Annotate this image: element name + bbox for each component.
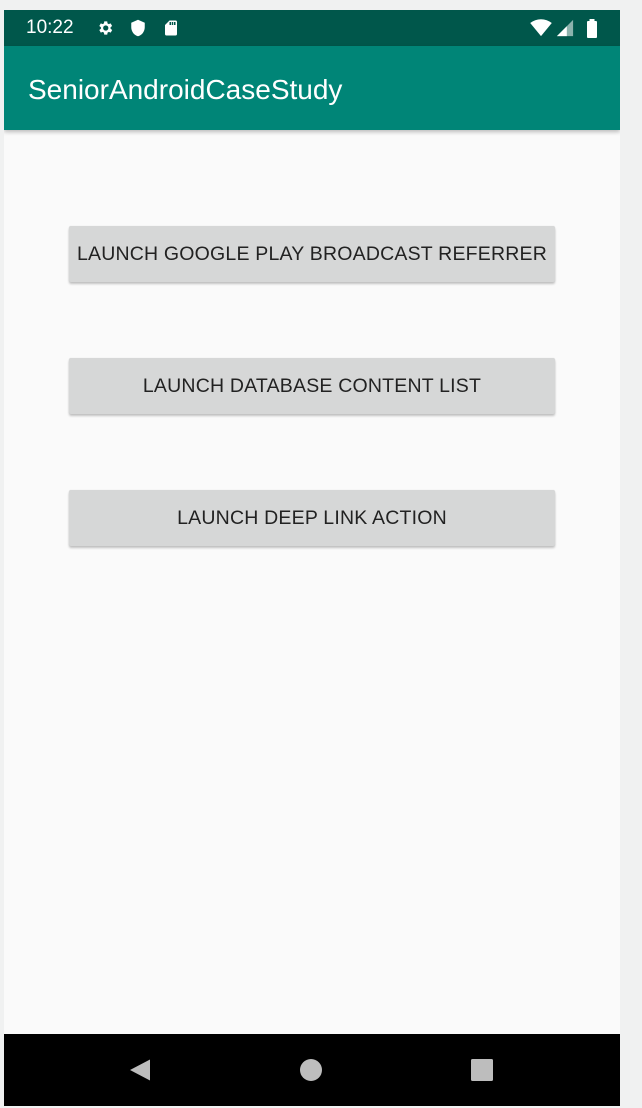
- battery-icon: [586, 19, 598, 38]
- launch-database-content-list-button[interactable]: LAUNCH DATABASE CONTENT LIST: [69, 358, 555, 414]
- launch-deep-link-action-button[interactable]: LAUNCH DEEP LINK ACTION: [69, 490, 555, 546]
- signal-icon: [556, 19, 574, 37]
- sd-card-icon: [162, 19, 180, 37]
- back-icon[interactable]: [118, 1048, 162, 1092]
- recents-icon[interactable]: [460, 1048, 504, 1092]
- shield-icon: [129, 19, 147, 37]
- navigation-bar: [4, 1034, 620, 1106]
- gear-icon: [96, 19, 114, 37]
- app-bar: SeniorAndroidCaseStudy: [4, 46, 620, 130]
- status-bar: 10:22: [4, 10, 620, 46]
- status-time: 10:22: [26, 17, 74, 38]
- app-title: SeniorAndroidCaseStudy: [28, 74, 343, 105]
- screen-frame: 10:22 SeniorAndroidCaseStudy LAUNCH GOOG…: [0, 0, 642, 1108]
- wifi-icon: [530, 19, 552, 37]
- home-icon[interactable]: [289, 1048, 333, 1092]
- launch-google-play-broadcast-referrer-button[interactable]: LAUNCH GOOGLE PLAY BROADCAST REFERRER: [69, 226, 555, 282]
- phone-screen: 10:22 SeniorAndroidCaseStudy LAUNCH GOOG…: [4, 10, 620, 1106]
